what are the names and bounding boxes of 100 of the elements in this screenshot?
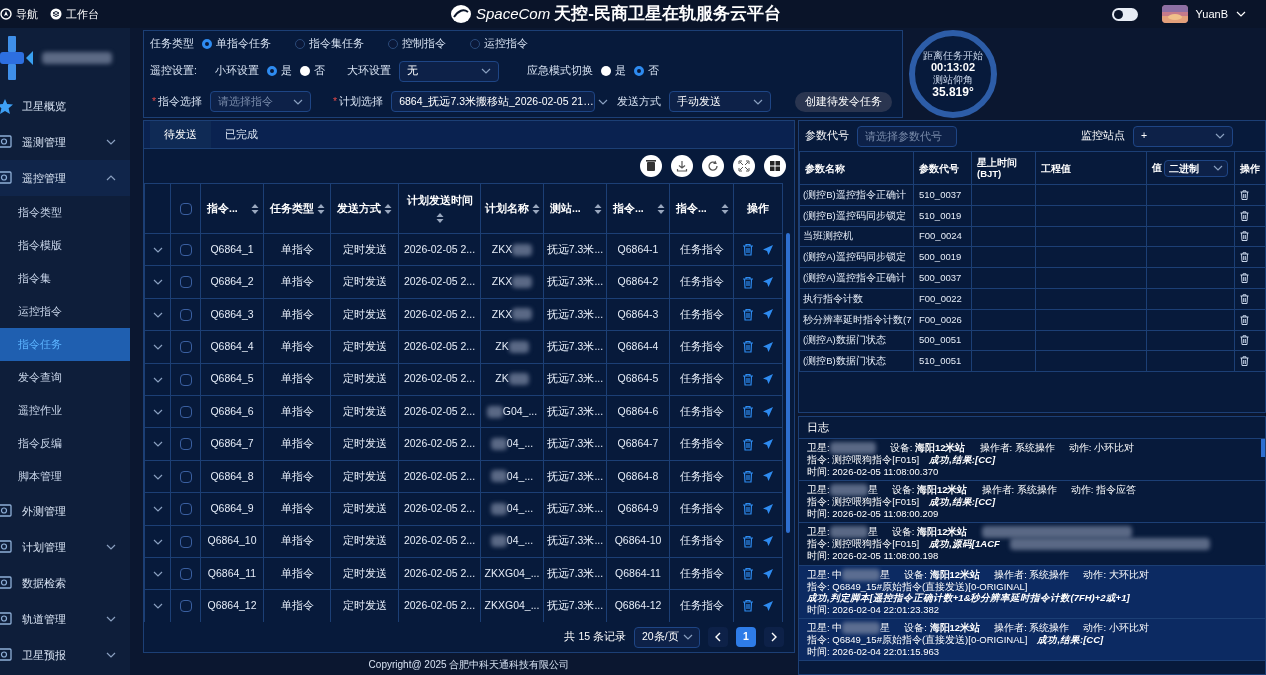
sidebar-subitem[interactable]: 发令查询: [0, 361, 130, 394]
nav-link[interactable]: 导航: [0, 5, 38, 23]
send-icon[interactable]: [762, 276, 774, 289]
send-icon[interactable]: [762, 502, 774, 515]
sidebar-subitem[interactable]: 指令类型: [0, 196, 130, 229]
sidebar-subitem[interactable]: 遥控作业: [0, 394, 130, 427]
sort-icon[interactable]: [435, 211, 444, 224]
radio-option[interactable]: 是: [266, 63, 292, 80]
value-mode-select[interactable]: 二进制: [1164, 159, 1228, 177]
send-icon[interactable]: [762, 243, 774, 256]
checkbox[interactable]: [179, 438, 192, 451]
param-code-field[interactable]: 请选择参数代号: [857, 125, 957, 147]
sidebar-subitem[interactable]: 指令集: [0, 262, 130, 295]
log-entry[interactable]: 卫星: 中 星 设备: 海阳12米站 操作者: 系统操作 动作: 大环比对 指令: Q6849_15#原始指令(直接发送)[0-ORIGINAL] 成功,判定脚本[遥控指令正确计数+1&秒分辨率延时指令计数(7FH)+2或+1] 时间: 2026-02-04 22:01:23.382: [799, 565, 1265, 619]
send-icon[interactable]: [762, 340, 774, 353]
sort-icon[interactable]: [316, 202, 325, 215]
sort-icon[interactable]: [594, 202, 602, 215]
log-entry[interactable]: 卫星: 中 星 设备: 海阳12米站 操作者: 系统操作 动作: 小环比对 指令: Q6849_15#原始指令(直接发送)[0-ORIGINAL] 成功,结果:[CC] 时间: 2026-02-04 22:01:15.963: [799, 619, 1265, 661]
sort-icon[interactable]: [251, 202, 259, 215]
tab[interactable]: 待发送: [150, 121, 211, 148]
checkbox[interactable]: [179, 244, 192, 257]
prev-page-button[interactable]: [708, 627, 728, 647]
checkbox[interactable]: [179, 373, 192, 386]
download-icon[interactable]: [671, 155, 693, 177]
user-name[interactable]: YuanB: [1195, 5, 1228, 23]
checkbox[interactable]: [179, 276, 192, 289]
chevron-down-icon[interactable]: [152, 344, 163, 351]
checkbox[interactable]: [179, 308, 192, 321]
trash-icon[interactable]: [640, 155, 662, 177]
refresh-icon[interactable]: [702, 155, 724, 177]
sort-icon[interactable]: [384, 202, 392, 215]
send-icon[interactable]: [762, 535, 774, 548]
scrollbar-thumb[interactable]: [1261, 439, 1265, 457]
checkbox[interactable]: [179, 202, 192, 215]
chevron-down-icon[interactable]: [152, 570, 163, 577]
sidebar-item[interactable]: 卫星预报: [0, 637, 130, 673]
sidebar-subitem[interactable]: 指令模版: [0, 229, 130, 262]
send-mode-select[interactable]: 手动发送: [669, 91, 772, 113]
sidebar-item[interactable]: 计划管理: [0, 529, 130, 565]
page-button[interactable]: 1: [736, 627, 756, 647]
send-icon[interactable]: [762, 438, 774, 451]
chevron-down-icon[interactable]: [152, 506, 163, 513]
chevron-down-icon[interactable]: [152, 247, 163, 254]
page-size-select[interactable]: 20条/页: [634, 626, 700, 648]
log-result: 成功,源码[1ACF: [929, 538, 1000, 550]
sort-icon[interactable]: [531, 202, 540, 215]
log-entry[interactable]: 卫星: 星 设备: 海阳12米站 操作者: 系统操作 动作: 指令应答 指令: 测控喂狗指令[F015] 成功,结果:[CC] 时间: 2026-02-05 11:08:00.209: [799, 481, 1265, 523]
radio-option[interactable]: 是: [600, 63, 626, 80]
gauge-value: 35.819°: [932, 85, 974, 98]
chevron-down-icon[interactable]: [152, 603, 163, 610]
send-icon[interactable]: [762, 373, 774, 386]
send-icon[interactable]: [762, 600, 774, 612]
loop-select[interactable]: 无: [398, 60, 499, 82]
checkbox[interactable]: [179, 341, 192, 354]
chevron-down-icon[interactable]: [152, 538, 163, 545]
checkbox[interactable]: [179, 503, 192, 516]
command-select[interactable]: 请选择指令: [210, 91, 312, 113]
next-page-button[interactable]: [764, 627, 784, 647]
sidebar-subitem[interactable]: 指令反编: [0, 427, 130, 460]
radio-option[interactable]: 控制指令: [388, 35, 446, 52]
toggle-switch[interactable]: [1111, 7, 1138, 21]
radio-option[interactable]: 否: [299, 63, 325, 80]
chevron-down-icon[interactable]: [152, 376, 163, 383]
sort-icon[interactable]: [657, 202, 665, 215]
chevron-down-icon[interactable]: [152, 311, 163, 318]
send-icon[interactable]: [762, 308, 774, 321]
sidebar-item[interactable]: 数据检索: [0, 565, 130, 601]
sidebar-item[interactable]: 遥测管理: [0, 124, 130, 160]
sidebar-item[interactable]: 轨道管理: [0, 601, 130, 637]
sidebar-subitem[interactable]: 运控指令: [0, 295, 130, 328]
checkbox[interactable]: [179, 567, 192, 580]
checkbox[interactable]: [179, 406, 192, 418]
chevron-down-icon[interactable]: [152, 441, 163, 448]
expand-icon[interactable]: [733, 155, 755, 177]
chevron-down-icon[interactable]: [152, 473, 163, 480]
station-select[interactable]: +: [1133, 125, 1233, 147]
nav-link[interactable]: 工作台: [50, 5, 99, 23]
radio-option[interactable]: 指令集任务: [295, 35, 364, 52]
radio-option[interactable]: 单指令任务: [202, 35, 271, 52]
sort-icon[interactable]: [721, 202, 729, 215]
radio-option[interactable]: 运控指令: [470, 35, 528, 52]
chevron-down-icon[interactable]: [152, 279, 163, 286]
radio-option[interactable]: 否: [633, 63, 659, 80]
checkbox[interactable]: [179, 535, 192, 548]
sidebar-item[interactable]: 外测管理: [0, 493, 130, 529]
checkbox[interactable]: [179, 600, 192, 613]
send-icon[interactable]: [762, 405, 774, 418]
send-icon[interactable]: [762, 567, 774, 580]
scrollbar-thumb[interactable]: [786, 233, 790, 533]
chevron-down-icon[interactable]: [152, 409, 163, 415]
send-icon[interactable]: [762, 470, 774, 483]
grid-icon[interactable]: [764, 155, 786, 177]
sidebar-item[interactable]: 卫星概览: [0, 88, 130, 124]
sidebar-item[interactable]: 遥控管理: [0, 160, 130, 196]
create-task-button[interactable]: 创建待发令任务: [795, 91, 893, 112]
sidebar-subitem[interactable]: 脚本管理: [0, 460, 130, 493]
log-entry[interactable]: 卫星: 星 设备: 海阳12米站 指令: 测控喂狗指令[F015] 成功,源码[1ACF 时间: 2026-02-05 11:08:00.198: [799, 523, 1265, 566]
tab[interactable]: 已完成: [211, 121, 272, 148]
checkbox[interactable]: [179, 470, 192, 483]
log-entry[interactable]: 卫星: 设备: 海阳12米站 操作者: 系统操作 动作: 小环比对 指令: 测控喂狗指令[F015] 成功,结果:[CC] 时间: 2026-02-05 11:08:00.370: [799, 439, 1265, 481]
